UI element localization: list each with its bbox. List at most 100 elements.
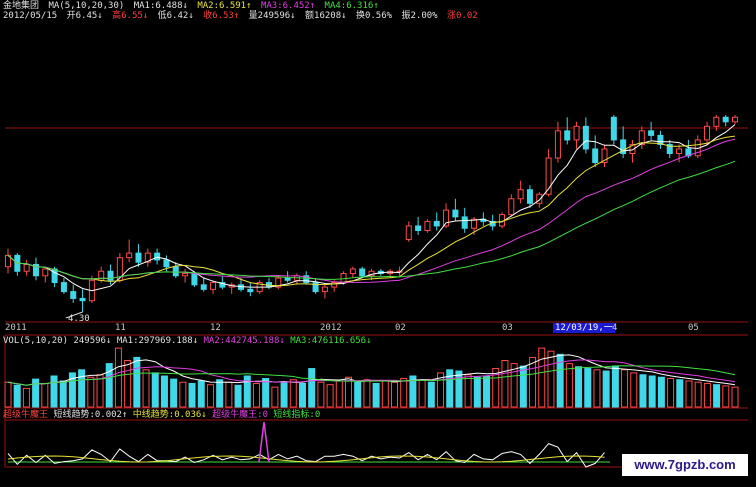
volume-bar <box>391 381 399 408</box>
candle-body <box>126 252 133 259</box>
volume-bar <box>271 386 279 408</box>
volume-bar <box>188 382 196 408</box>
vol-value: 249596↓ <box>73 336 112 346</box>
candle-body <box>70 291 77 299</box>
volume-bar <box>731 386 739 408</box>
candle-body <box>573 125 580 141</box>
volume-bar <box>621 369 629 408</box>
volume-bar <box>565 363 573 408</box>
volume-bar <box>455 370 463 408</box>
volume-bar <box>639 374 647 408</box>
volume-bar <box>87 376 95 408</box>
x-tick-selected[interactable]: 12/03/19,一 <box>553 323 615 333</box>
candle-body <box>452 209 459 218</box>
volume-bar <box>584 368 592 408</box>
volume-bar <box>78 369 86 408</box>
volume-bar <box>151 372 159 408</box>
candle-body <box>98 270 105 281</box>
volume-bar <box>473 376 481 408</box>
volume-bar <box>142 369 150 408</box>
volume-bar <box>593 369 601 408</box>
candle-body <box>284 277 291 281</box>
vol-label: VOL(5,10,20) <box>3 336 69 346</box>
x-tick: 12 <box>210 323 221 333</box>
volume-bar <box>335 380 343 408</box>
candle-body <box>676 148 683 154</box>
volume-bar <box>252 382 260 408</box>
candle-body <box>405 225 412 241</box>
volume-bar <box>216 379 224 408</box>
watermark: www.7gpzb.com <box>622 454 748 476</box>
candle-body <box>648 130 655 136</box>
candle-body <box>172 266 179 277</box>
indicator-header: 超级牛魔王 短线趋势:0.002↑ 中线趋势:0.036↓ 超级牛魔王:0 短线… <box>3 410 320 421</box>
short-trend-line <box>7 443 605 468</box>
x-tick: 2012 <box>320 323 342 333</box>
candle-body <box>42 268 49 277</box>
volume-bar <box>344 376 352 408</box>
candle-body <box>554 130 561 159</box>
volume-bar <box>197 380 205 408</box>
candle-body <box>107 270 114 281</box>
candle-body <box>592 148 599 164</box>
volume-bar <box>133 356 141 408</box>
volume-bar <box>225 381 233 408</box>
volume-bar <box>170 378 178 408</box>
x-tick: 4 <box>612 323 618 333</box>
volume-bar <box>160 375 168 408</box>
volume-bar <box>464 374 472 408</box>
candle-body <box>182 273 189 277</box>
x-tick: 11 <box>115 323 126 333</box>
candle-body <box>582 125 589 150</box>
x-tick: 03 <box>502 323 513 333</box>
candle-body <box>732 116 738 123</box>
volume-header: VOL(5,10,20) 249596↓ MA1:297969.188↓ MA2… <box>3 336 372 347</box>
volume-bar <box>326 384 334 408</box>
short-index: 短线指标:0 <box>273 410 321 420</box>
candle-body <box>433 220 440 227</box>
candle-body <box>564 130 571 141</box>
volume-bar <box>381 380 389 408</box>
volume-bar <box>611 365 619 408</box>
x-tick: 2011 <box>5 323 27 333</box>
candle-body <box>713 116 720 127</box>
volume-bar <box>289 379 297 408</box>
volume-bar <box>234 384 242 408</box>
candle-body <box>508 198 515 216</box>
x-tick: 02 <box>395 323 406 333</box>
volume-bar <box>427 381 435 408</box>
volume-bar <box>13 384 21 408</box>
candle-body <box>163 259 170 268</box>
volume-bar <box>262 377 270 408</box>
low-price-annotation: 4.30 <box>68 314 90 324</box>
candle-body <box>517 189 524 200</box>
candle-body <box>154 252 161 261</box>
candle-body <box>135 252 142 263</box>
volume-bar <box>547 350 555 408</box>
candle-body <box>349 268 356 275</box>
x-tick: 05 <box>688 323 699 333</box>
volume-bar <box>538 347 546 408</box>
volume-bar <box>602 370 610 408</box>
candle-body <box>23 263 30 272</box>
candle-body <box>461 216 468 229</box>
volume-bar <box>280 381 288 408</box>
indicator-pane <box>7 421 610 468</box>
volume-bar <box>648 375 656 408</box>
price-pane <box>5 115 738 319</box>
volume-bar <box>372 382 380 408</box>
volume-bar <box>308 368 316 408</box>
mid-trend: 中线趋势:0.036↓ <box>132 410 207 420</box>
volume-bar <box>206 384 214 408</box>
indicator-name: 超级牛魔王 <box>3 410 49 420</box>
volume-bar <box>529 356 537 408</box>
volume-bar <box>50 375 58 408</box>
volume-bar <box>519 365 527 408</box>
candle-body <box>210 282 217 290</box>
volume-bar <box>630 372 638 408</box>
volume-bar <box>114 347 122 408</box>
volume-bar <box>676 379 684 408</box>
volume-bar <box>317 381 325 408</box>
volume-bar <box>400 377 408 408</box>
volume-bar <box>657 376 665 408</box>
